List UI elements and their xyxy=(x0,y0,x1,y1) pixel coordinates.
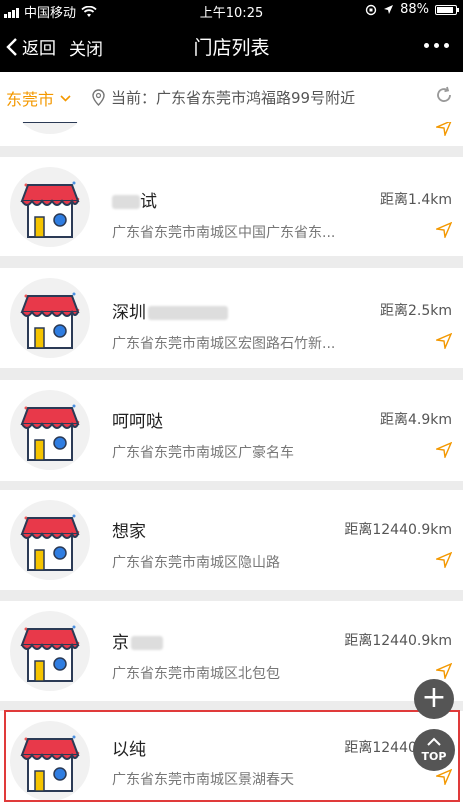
chevron-down-icon xyxy=(60,94,71,102)
store-name: 想家 xyxy=(112,522,146,542)
status-bar: 中国移动 上午10:25 88% xyxy=(0,0,463,21)
navigate-icon[interactable] xyxy=(436,663,452,679)
refresh-icon[interactable] xyxy=(435,86,453,104)
store-name: 京 xyxy=(112,628,163,653)
store-address: 广东省东莞市南城区隐山路 xyxy=(112,555,280,571)
store-distance: 距离2.5km xyxy=(379,303,452,319)
navigate-icon[interactable] xyxy=(436,442,452,458)
store-card[interactable]: 京 距离12440.9km 广东省东莞市南城区北包包 xyxy=(0,601,463,701)
chevron-up-icon xyxy=(427,737,441,746)
store-thumbnail-icon xyxy=(10,500,90,580)
back-to-top-button[interactable]: TOP xyxy=(413,729,455,771)
store-address: 广东省东莞市南城区广豪名车 xyxy=(112,445,294,461)
navigate-icon[interactable] xyxy=(436,769,452,785)
store-thumbnail-icon xyxy=(10,278,90,358)
store-distance: 距离4.9km xyxy=(379,412,452,428)
store-card[interactable]: 以纯 距离12440.9km 广东省东莞市南城区景湖春天 xyxy=(0,711,463,803)
store-list[interactable]: 试 距离1.4km 广东省东莞市南城区中国广东省东... 深圳 距离2.5km … xyxy=(0,122,463,803)
store-address: 广东省东莞市南城区景湖春天 xyxy=(112,772,294,788)
location-pin-icon xyxy=(92,89,105,106)
battery-icon xyxy=(435,4,459,15)
store-name: 深圳 xyxy=(112,298,228,323)
back-to-top-label: TOP xyxy=(421,750,447,763)
city-selector[interactable]: 东莞市 xyxy=(6,86,71,110)
store-thumbnail-icon xyxy=(10,611,90,691)
city-label: 东莞市 xyxy=(6,90,55,109)
battery-percent: 88% xyxy=(400,2,429,17)
store-distance: 距离12440.9km xyxy=(344,633,452,649)
store-distance: 距离12440.9km xyxy=(344,522,452,538)
rotation-lock-icon xyxy=(365,4,377,15)
navigate-icon[interactable] xyxy=(436,222,452,238)
navigate-icon[interactable] xyxy=(436,122,452,136)
more-menu-button[interactable] xyxy=(424,43,449,48)
list-item[interactable] xyxy=(0,122,463,146)
store-distance: 距离1.4km xyxy=(379,192,452,208)
store-thumbnail-icon xyxy=(21,122,79,134)
store-name: 试 xyxy=(112,187,157,212)
store-thumbnail-icon xyxy=(10,167,90,247)
store-thumbnail-icon xyxy=(10,721,90,801)
navigate-icon[interactable] xyxy=(436,333,452,349)
current-location: 当前：广东省东莞市鸿福路99号附近 xyxy=(92,87,355,108)
current-location-label: 当前：广东省东莞市鸿福路99号附近 xyxy=(111,89,356,107)
store-address: 广东省东莞市南城区宏图路石竹新... xyxy=(112,336,336,352)
navigate-icon[interactable] xyxy=(436,552,452,568)
location-arrow-icon xyxy=(384,5,394,14)
location-bar: 东莞市 当前：广东省东莞市鸿福路99号附近 xyxy=(0,72,463,123)
add-store-button[interactable]: + xyxy=(414,679,454,719)
store-card[interactable]: 深圳 距离2.5km 广东省东莞市南城区宏图路石竹新... xyxy=(0,268,463,368)
store-address: 广东省东莞市南城区中国广东省东... xyxy=(112,225,336,241)
store-card[interactable]: 试 距离1.4km 广东省东莞市南城区中国广东省东... xyxy=(0,157,463,256)
store-thumbnail-icon xyxy=(10,390,90,470)
store-name: 以纯 xyxy=(112,740,146,760)
store-card[interactable]: 想家 距离12440.9km 广东省东莞市南城区隐山路 xyxy=(0,490,463,590)
store-name: 呵呵哒 xyxy=(112,412,163,432)
nav-bar: 返回 关闭 门店列表 xyxy=(0,20,463,72)
store-card[interactable]: 呵呵哒 距离4.9km 广东省东莞市南城区广豪名车 xyxy=(0,380,463,481)
page-title: 门店列表 xyxy=(193,37,270,59)
store-address: 广东省东莞市南城区北包包 xyxy=(112,666,280,682)
